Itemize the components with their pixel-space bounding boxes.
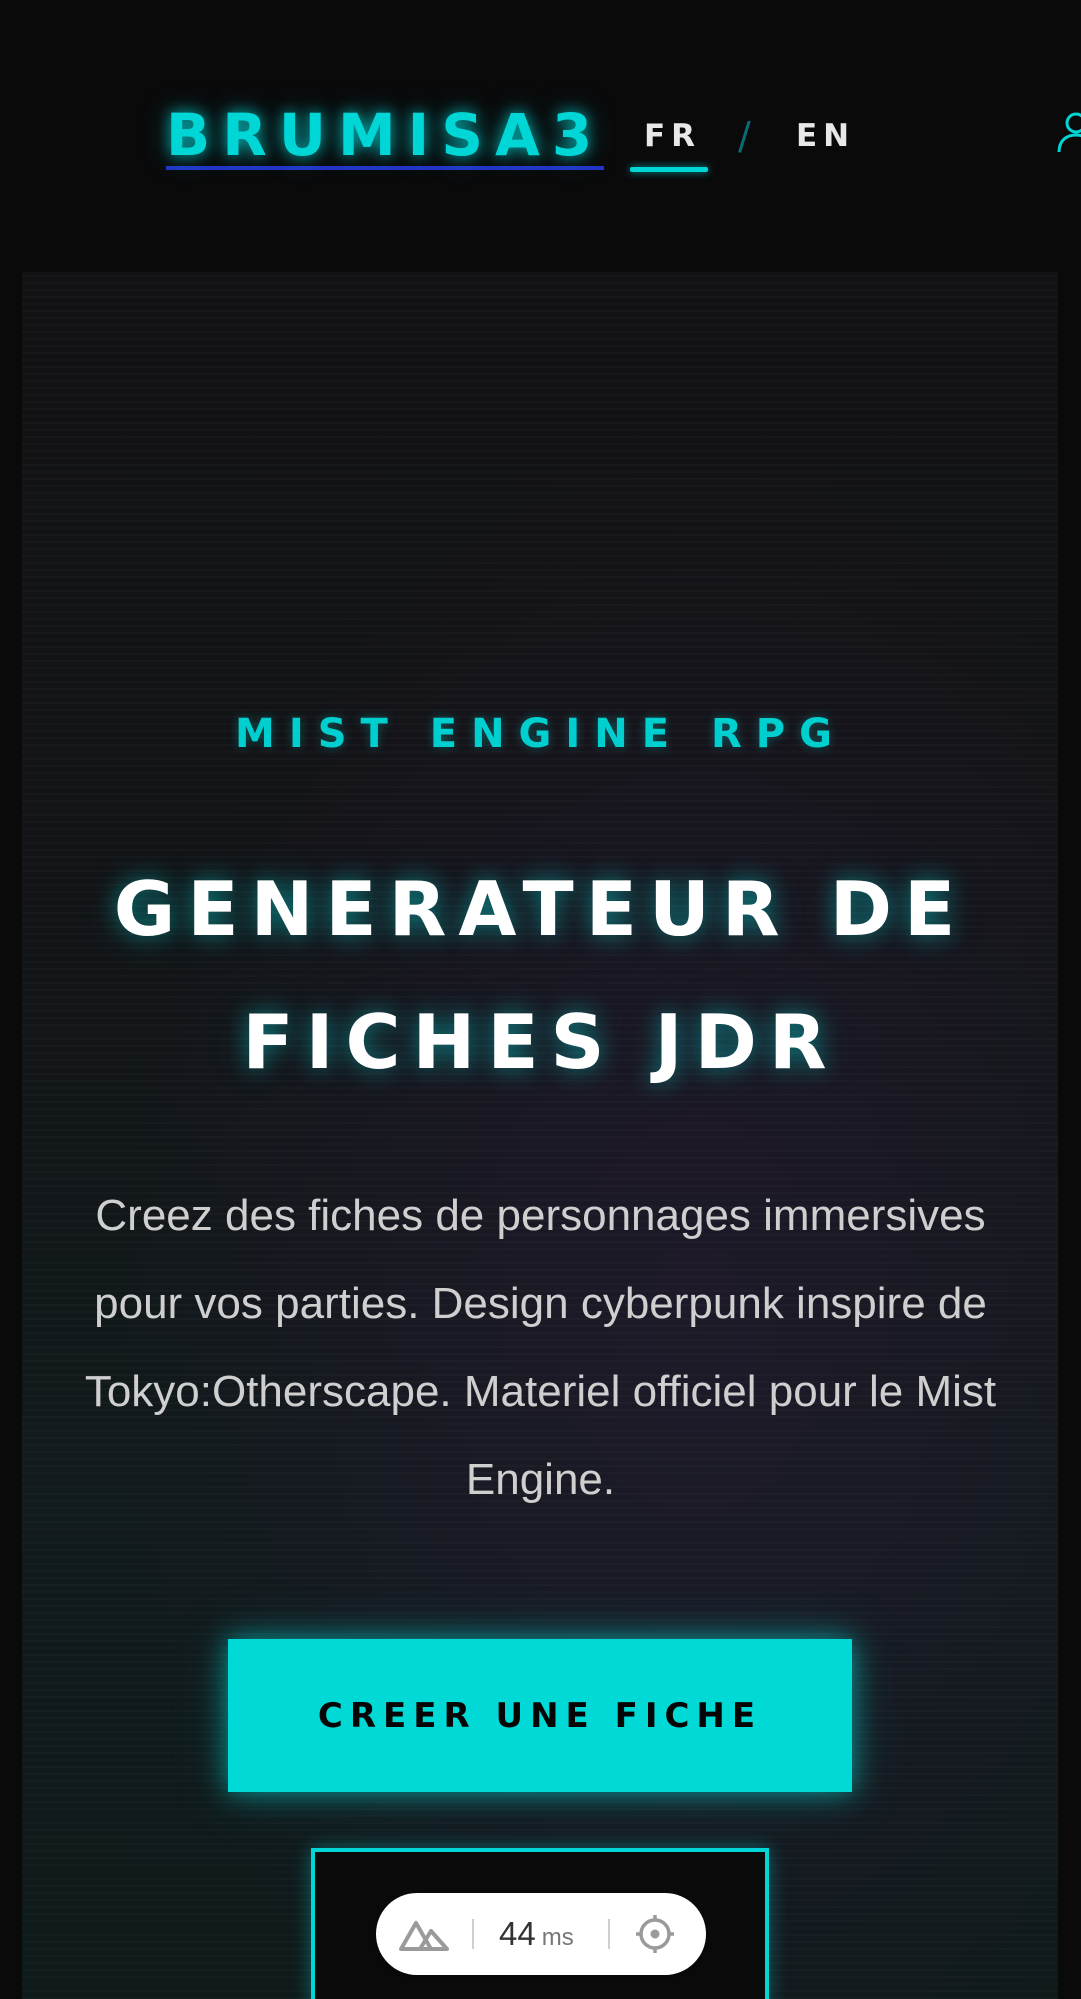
dev-perf-pill[interactable]: 44 ms [376, 1893, 706, 1975]
render-time-unit: ms [541, 1924, 574, 1951]
hero-description: Creez des fiches de personnages immersiv… [84, 1191, 997, 1504]
lang-en-link[interactable]: EN [796, 116, 855, 156]
crosshair-icon[interactable] [634, 1913, 676, 1955]
hero-title-line-2: FICHES JDR [242, 998, 839, 1086]
lang-fr-link[interactable]: FR [644, 116, 701, 156]
hero-eyebrow: MIST ENGINE RPG [235, 711, 846, 757]
render-time-readout: 44 ms [499, 1911, 574, 1961]
create-sheet-button[interactable]: CREER UNE FICHE [228, 1639, 852, 1792]
user-icon[interactable] [1056, 110, 1081, 154]
active-lang-indicator [630, 167, 708, 172]
site-header: BRUMISA3 FR / EN [0, 0, 1081, 270]
hero-title-line-1: GENERATEUR DE [113, 865, 968, 953]
nuxt-mountain-icon [398, 1915, 450, 1953]
page: BRUMISA3 FR / EN MIST ENGINE RPG GENERAT… [0, 0, 1081, 1999]
lang-separator: / [738, 114, 751, 158]
hero-title: GENERATEUR DE FICHES JDR [60, 843, 1021, 1109]
render-time-value: 44 [499, 1915, 536, 1952]
pill-divider [608, 1919, 610, 1949]
site-logo-link[interactable]: BRUMISA3 [166, 104, 605, 170]
pill-divider [472, 1919, 474, 1949]
